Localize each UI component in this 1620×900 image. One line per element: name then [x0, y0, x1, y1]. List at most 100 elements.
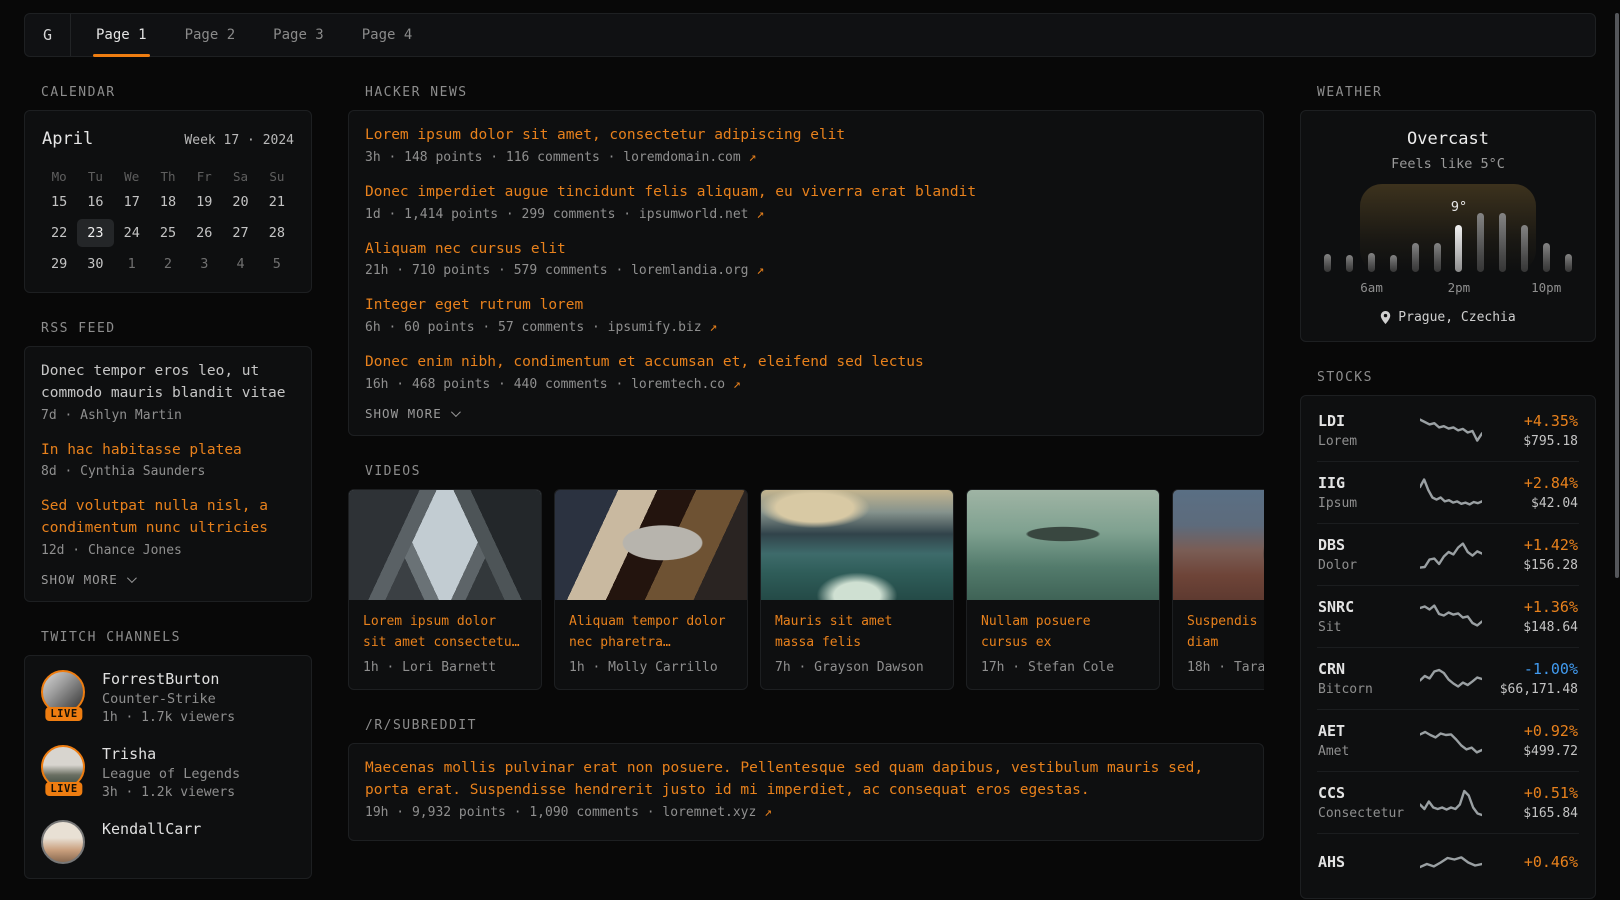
calendar-weekday: Mo — [41, 163, 77, 186]
rss-item-title[interactable]: In hac habitasse platea — [41, 440, 295, 462]
rss-card: Donec tempor eros leo, ut commodo mauris… — [24, 346, 312, 602]
weather-hour-bar — [1543, 243, 1550, 272]
stock-numbers: +0.92% $499.72 — [1492, 722, 1578, 759]
page-tab-label: Page 3 — [273, 27, 324, 43]
external-link-icon[interactable]: ↗ — [764, 805, 772, 820]
video-title[interactable]: Mauris sit amet massa felis — [761, 600, 953, 654]
external-link-icon[interactable]: ↗ — [749, 150, 757, 165]
twitch-channel-info: Trisha League of Legends 3h · 1.2k viewe… — [102, 745, 240, 800]
weather-hour-labels: 6am 2pm — [1317, 272, 1579, 294]
calendar-card: April Week 17 · 2024 MoTuWeThFrSaSu 1516… — [24, 110, 312, 293]
weather-bar-column — [1470, 212, 1492, 272]
stock-identity: LDI Lorem — [1318, 412, 1410, 449]
page-scrollbar[interactable] — [1615, 13, 1619, 900]
stock-row[interactable]: CRN Bitcorn -1.00% $66,171.48 — [1317, 647, 1579, 709]
external-link-icon[interactable]: ↗ — [756, 263, 764, 278]
hackernews-item: Lorem ipsum dolor sit amet, consectetur … — [365, 125, 1247, 165]
video-card[interactable]: Lorem ipsum dolor sit amet consectetu… 1… — [348, 489, 542, 691]
external-link-icon[interactable]: ↗ — [733, 377, 741, 392]
rss-item-title[interactable]: Donec tempor eros leo, ut commodo mauris… — [41, 361, 295, 405]
stock-row[interactable]: AET Amet +0.92% $499.72 — [1317, 709, 1579, 771]
videos-row: Lorem ipsum dolor sit amet consectetu… 1… — [348, 489, 1264, 691]
reddit-post-title[interactable]: Maecenas mollis pulvinar erat non posuer… — [365, 758, 1247, 802]
hackernews-item-meta: 16h · 468 points · 440 comments · loremt… — [365, 377, 1247, 392]
hackernews-item-title[interactable]: Donec imperdiet augue tincidunt felis al… — [365, 182, 1247, 204]
video-thumbnail[interactable] — [761, 490, 953, 600]
video-thumbnail[interactable] — [967, 490, 1159, 600]
stock-change: +1.42% — [1492, 536, 1578, 554]
video-thumbnail[interactable] — [349, 490, 541, 600]
stock-name: Consectetur — [1318, 806, 1410, 821]
top-bar: G Page 1 Page 2 Page 3 Page 4 — [24, 13, 1596, 57]
external-link-icon[interactable]: ↗ — [709, 320, 717, 335]
twitch-section-label: TWITCH CHANNELS — [41, 630, 312, 645]
reddit-post-meta: 19h · 9,932 points · 1,090 comments · lo… — [365, 805, 1247, 820]
avatar — [41, 820, 85, 864]
app-logo[interactable]: G — [25, 14, 71, 56]
calendar-day-grid: 1516171819202122232425262728293012345 — [41, 188, 295, 278]
external-link-icon[interactable]: ↗ — [756, 207, 764, 222]
rss-section-label: RSS FEED — [41, 321, 312, 336]
video-title[interactable]: Aliquam tempor dolor nec pharetra… — [555, 600, 747, 654]
twitch-channel-row[interactable]: LIVE Trisha League of Legends 3h · 1.2k … — [41, 745, 295, 800]
video-card[interactable]: Nullam posuere cursus ex 17h · Stefan Co… — [966, 489, 1160, 691]
stock-name: Dolor — [1318, 558, 1410, 573]
page-tab-label: Page 2 — [185, 27, 236, 43]
twitch-avatar-wrap: LIVE — [41, 745, 87, 789]
video-title[interactable]: Nullam posuere cursus ex — [967, 600, 1159, 654]
stock-sparkline — [1420, 599, 1482, 635]
video-title[interactable]: Suspendis diam — [1173, 600, 1264, 654]
hackernews-item-meta: 3h · 148 points · 116 comments · loremdo… — [365, 150, 1247, 165]
video-card[interactable]: Aliquam tempor dolor nec pharetra… 1h · … — [554, 489, 748, 691]
hackernews-show-more-button[interactable]: SHOW MORE — [365, 406, 1247, 421]
twitch-channel-row[interactable]: LIVE ForrestBurton Counter-Strike 1h · 1… — [41, 670, 295, 725]
calendar-day-cell: 20 — [222, 188, 258, 216]
twitch-channel-name[interactable]: KendallCarr — [102, 820, 201, 838]
calendar-day-cell: 17 — [114, 188, 150, 216]
page-tab[interactable]: Page 3 — [260, 14, 337, 56]
weather-location-row: Prague, Czechia — [1317, 310, 1579, 325]
rss-item: In hac habitasse platea 8d · Cynthia Sau… — [41, 440, 295, 480]
video-card[interactable]: Mauris sit amet massa felis 7h · Grayson… — [760, 489, 954, 691]
stock-row[interactable]: IIG Ipsum +2.84% $42.04 — [1317, 461, 1579, 523]
twitch-channel-meta: 3h · 1.2k viewers — [102, 785, 240, 800]
hackernews-item-meta-text: 1d · 1,414 points · 299 comments · ipsum… — [365, 207, 749, 222]
video-card[interactable]: Suspendis diam 18h · Tara — [1172, 489, 1264, 691]
video-thumbnail[interactable] — [1173, 490, 1264, 600]
calendar-weekday: We — [114, 163, 150, 186]
calendar-day-cell: 30 — [77, 250, 113, 278]
video-title[interactable]: Lorem ipsum dolor sit amet consectetu… — [349, 600, 541, 654]
hackernews-item-title[interactable]: Donec enim nibh, condimentum et accumsan… — [365, 352, 1247, 374]
page-tab[interactable]: Page 2 — [172, 14, 249, 56]
stock-change: +4.35% — [1492, 412, 1578, 430]
weather-chart: 9° — [1317, 212, 1579, 272]
rss-item-title[interactable]: Sed volutpat nulla nisl, a condimentum n… — [41, 496, 295, 540]
hackernews-item-title[interactable]: Aliquam nec cursus elit — [365, 239, 1247, 261]
rss-item-meta: 8d · Cynthia Saunders — [41, 464, 295, 479]
weather-condition: Overcast — [1317, 129, 1579, 149]
twitch-channel-info: KendallCarr — [102, 820, 201, 841]
right-column: WEATHER Overcast Feels like 5°C — [1300, 57, 1596, 899]
twitch-channel-name[interactable]: Trisha — [102, 745, 240, 763]
calendar-weekday: Th — [150, 163, 186, 186]
video-meta: 17h · Stefan Cole — [967, 653, 1159, 689]
hackernews-item-title[interactable]: Lorem ipsum dolor sit amet, consectetur … — [365, 125, 1247, 147]
page-tab[interactable]: Page 1 — [83, 14, 160, 56]
page-tab[interactable]: Page 4 — [349, 14, 426, 56]
stock-row[interactable]: DBS Dolor +1.42% $156.28 — [1317, 523, 1579, 585]
stock-row[interactable]: SNRC Sit +1.36% $148.64 — [1317, 585, 1579, 647]
twitch-channel-name[interactable]: ForrestBurton — [102, 670, 235, 688]
video-meta: 18h · Tara — [1173, 653, 1264, 689]
rss-show-more-button[interactable]: SHOW MORE — [41, 572, 295, 587]
stock-name: Bitcorn — [1318, 682, 1410, 697]
hackernews-item-title[interactable]: Integer eget rutrum lorem — [365, 295, 1247, 317]
video-thumbnail[interactable] — [555, 490, 747, 600]
hackernews-item-meta: 6h · 60 points · 57 comments · ipsumify.… — [365, 320, 1247, 335]
hackernews-card: Lorem ipsum dolor sit amet, consectetur … — [348, 110, 1264, 436]
scrollbar-thumb[interactable] — [1615, 13, 1619, 578]
twitch-channel-row[interactable]: KendallCarr — [41, 820, 295, 864]
twitch-card: LIVE ForrestBurton Counter-Strike 1h · 1… — [24, 655, 312, 879]
stock-row[interactable]: LDI Lorem +4.35% $795.18 — [1317, 400, 1579, 461]
stock-row[interactable]: AHS +0.46% — [1317, 833, 1579, 894]
stock-row[interactable]: CCS Consectetur +0.51% $165.84 — [1317, 771, 1579, 833]
